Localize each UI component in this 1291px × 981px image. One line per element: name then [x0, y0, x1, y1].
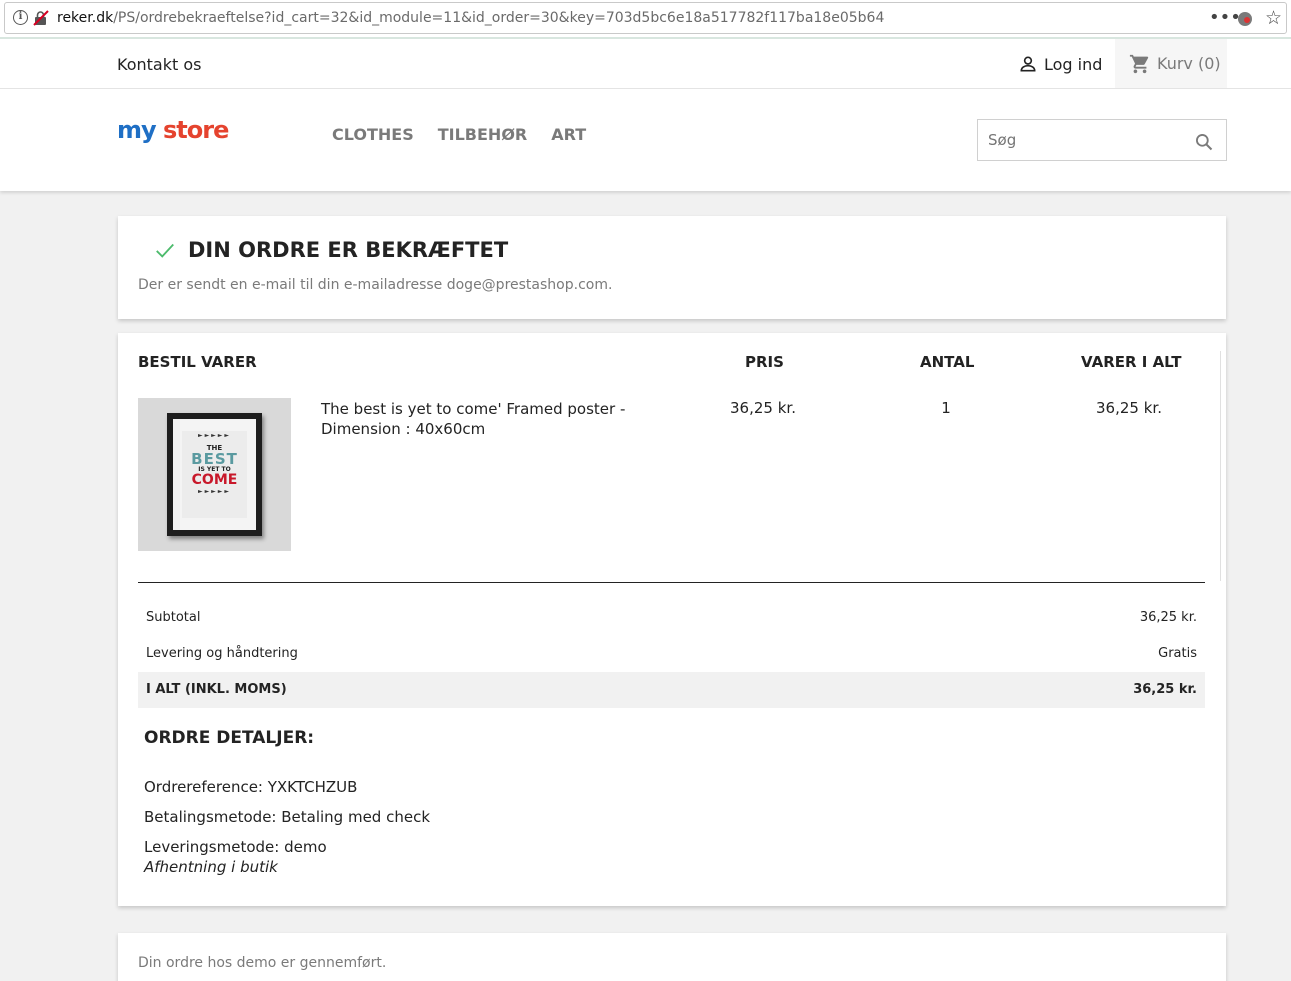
shopping-cart-icon	[1129, 54, 1149, 73]
subtotal-row: Subtotal 36,25 kr.	[138, 600, 1205, 636]
order-details-title: ORDRE DETALJER:	[144, 728, 315, 748]
top-nav: Kontakt os Log ind Kurv (0)	[0, 39, 1291, 89]
items-divider	[138, 582, 1205, 583]
poster-arrows-top: ►►►►►	[197, 432, 232, 439]
insecure-lock-icon[interactable]	[33, 10, 49, 26]
total-value: 36,25 kr.	[1133, 682, 1197, 697]
delivery-note: Afhentning i butik	[144, 858, 278, 876]
cart-button[interactable]: Kurv (0)	[1115, 39, 1227, 88]
url-domain: reker.dk	[57, 10, 114, 26]
confirmation-email-text: Der er sendt en e-mail til din e-mailadr…	[138, 277, 613, 293]
cart-label: Kurv (0)	[1157, 54, 1221, 73]
product-image: ►►►►► THE BEST IS YET TO COME ►►►►►	[138, 398, 291, 551]
confirmation-title: DIN ORDRE ER BEKRÆFTET	[188, 238, 509, 262]
header-items: BESTIL VARER	[138, 353, 257, 371]
menu-item-clothes[interactable]: CLOTHES	[332, 125, 414, 144]
total-label: I ALT (INKL. MOMS)	[146, 682, 287, 697]
bookmark-star-icon[interactable]: ☆	[1265, 7, 1282, 29]
shipping-label: Levering og håndtering	[146, 646, 298, 661]
product-qty: 1	[941, 399, 951, 417]
order-complete-text: Din ordre hos demo er gennemført.	[138, 955, 387, 971]
url-field[interactable]: i reker.dk/PS/ordrebekraeftelse?id_cart=…	[4, 2, 1287, 34]
header-qty: ANTAL	[920, 353, 975, 371]
subtotal-value: 36,25 kr.	[1139, 610, 1197, 625]
shipping-row: Levering og håndtering Gratis	[138, 636, 1205, 672]
delivery-method: Leveringsmetode: demo	[144, 838, 327, 856]
subtotal-label: Subtotal	[146, 610, 201, 625]
login-link[interactable]: Log ind	[1018, 54, 1102, 74]
logo-part-my: my	[117, 116, 164, 144]
total-row: I ALT (INKL. MOMS) 36,25 kr.	[138, 672, 1205, 708]
poster-frame: ►►►►► THE BEST IS YET TO COME ►►►►►	[167, 413, 262, 536]
login-label: Log ind	[1044, 54, 1103, 74]
order-items-card: BESTIL VARER PRIS ANTAL VARER I ALT ►►►►…	[118, 333, 1226, 906]
checkmark-icon	[156, 243, 174, 258]
order-complete-card: Din ordre hos demo er gennemført.	[118, 933, 1226, 981]
poster-line-come: COME	[191, 472, 238, 488]
store-logo[interactable]: my store	[117, 116, 229, 144]
menu-item-art[interactable]: ART	[551, 125, 586, 144]
info-icon[interactable]: i	[13, 10, 28, 25]
page-actions-menu-icon[interactable]: •••	[1209, 7, 1241, 28]
poster-mat: ►►►►► THE BEST IS YET TO COME ►►►►►	[173, 419, 256, 530]
url-text[interactable]: reker.dk/PS/ordrebekraeftelse?id_cart=32…	[57, 10, 884, 26]
poster-arrows-bottom: ►►►►►	[197, 488, 232, 495]
contact-link[interactable]: Kontakt os	[117, 55, 201, 74]
main-menu: CLOTHES TILBEHØR ART	[332, 125, 586, 144]
header-price: PRIS	[745, 353, 784, 371]
browser-address-bar: i reker.dk/PS/ordrebekraeftelse?id_cart=…	[0, 0, 1291, 39]
order-reference: Ordrereference: YXKTCHZUB	[144, 778, 358, 796]
poster-art: ►►►►► THE BEST IS YET TO COME ►►►►►	[182, 431, 247, 518]
product-total: 36,25 kr.	[1096, 399, 1162, 417]
header-total: VARER I ALT	[1081, 353, 1182, 371]
site-header: my store CLOTHES TILBEHØR ART	[0, 89, 1291, 191]
search-input[interactable]	[978, 120, 1178, 160]
product-name: The best is yet to come' Framed poster -…	[321, 400, 626, 438]
search-box	[977, 119, 1227, 161]
poster-line-best: BEST	[191, 450, 238, 468]
user-icon	[1020, 56, 1036, 72]
menu-item-tilbehor[interactable]: TILBEHØR	[438, 125, 528, 144]
product-price: 36,25 kr.	[730, 399, 796, 417]
payment-method: Betalingsmetode: Betaling med check	[144, 808, 431, 826]
extension-icon[interactable]	[1238, 12, 1252, 26]
logo-part-store: store	[163, 116, 229, 144]
shipping-value: Gratis	[1158, 646, 1197, 661]
column-divider	[1220, 351, 1221, 581]
confirmation-heading: DIN ORDRE ER BEKRÆFTET	[154, 238, 508, 262]
order-confirmation-card: DIN ORDRE ER BEKRÆFTET Der er sendt en e…	[118, 216, 1226, 319]
url-path: /PS/ordrebekraeftelse?id_cart=32&id_modu…	[113, 10, 885, 26]
search-icon[interactable]	[1194, 132, 1214, 152]
